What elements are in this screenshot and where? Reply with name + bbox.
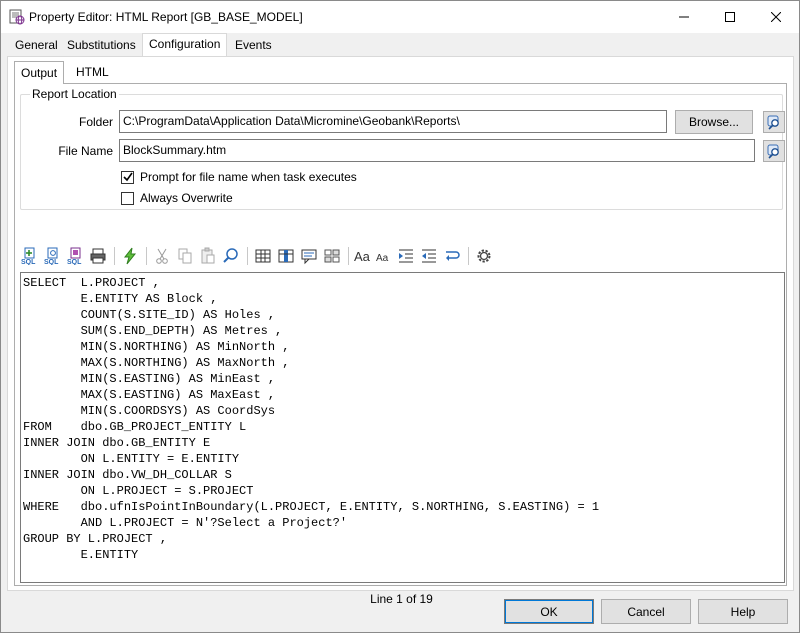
table-icon[interactable]: [252, 245, 274, 267]
help-button[interactable]: Help: [698, 599, 788, 624]
columns-icon[interactable]: [275, 245, 297, 267]
report-location-label: Report Location: [30, 87, 119, 101]
outdent-icon[interactable]: [418, 245, 440, 267]
browse-button[interactable]: Browse...: [675, 110, 753, 134]
sql-code[interactable]: SELECT L.PROJECT , E.ENTITY AS Block , C…: [21, 273, 784, 563]
grid-icon[interactable]: [321, 245, 343, 267]
sql-run-icon[interactable]: SQL: [64, 245, 86, 267]
folder-label: Folder: [78, 115, 113, 129]
window-title: Property Editor: HTML Report [GB_BASE_MO…: [29, 10, 303, 24]
overwrite-checkbox[interactable]: [121, 191, 134, 205]
overwrite-checkbox-label: Always Overwrite: [140, 191, 233, 205]
title-bar: Property Editor: HTML Report [GB_BASE_MO…: [1, 1, 799, 33]
lookup-icon: [767, 115, 779, 130]
prompt-checkbox[interactable]: [121, 170, 134, 184]
checkmark-icon: [122, 172, 133, 182]
toolbar-separator: [348, 247, 349, 265]
word-wrap-icon[interactable]: [441, 245, 463, 267]
font-case-small-icon[interactable]: Aa: [374, 245, 394, 267]
svg-text:Aa: Aa: [376, 253, 389, 264]
sql-add-icon[interactable]: SQL: [18, 245, 40, 267]
cancel-button[interactable]: Cancel: [601, 599, 691, 624]
maximize-button[interactable]: [707, 1, 753, 33]
configuration-page: Output HTML Report Location Folder C:\Pr…: [7, 56, 794, 606]
toolbar-separator: [468, 247, 469, 265]
report-location-group: Report Location Folder C:\ProgramData\Ap…: [20, 87, 785, 210]
property-editor-window: Property Editor: HTML Report [GB_BASE_MO…: [0, 0, 800, 633]
lookup-icon: [767, 144, 779, 159]
tab-output[interactable]: Output: [14, 61, 65, 84]
comment-icon[interactable]: [298, 245, 320, 267]
minimize-button[interactable]: [661, 1, 707, 33]
prompt-checkbox-row[interactable]: Prompt for file name when task executes: [121, 170, 357, 184]
folder-lookup-button[interactable]: [763, 111, 785, 133]
toolbar-separator: [114, 247, 115, 265]
property-editor-app-icon: [9, 9, 25, 25]
file-name-label: File Name: [58, 144, 113, 158]
lightning-icon[interactable]: [119, 245, 141, 267]
svg-text:SQL: SQL: [44, 259, 59, 265]
sql-check-icon[interactable]: SQL: [41, 245, 63, 267]
paste-icon[interactable]: [197, 245, 219, 267]
ok-button[interactable]: OK: [504, 599, 594, 624]
svg-text:Aa: Aa: [354, 249, 371, 264]
tab-html[interactable]: HTML: [70, 63, 115, 83]
tab-substitutions[interactable]: Substitutions: [61, 35, 142, 56]
prompt-checkbox-label: Prompt for file name when task executes: [140, 170, 357, 184]
overwrite-checkbox-row[interactable]: Always Overwrite: [121, 191, 233, 205]
file-name-input[interactable]: BlockSummary.htm: [119, 139, 755, 162]
font-case-large-icon[interactable]: Aa: [353, 245, 373, 267]
toolbar-separator: [247, 247, 248, 265]
copy-icon[interactable]: [174, 245, 196, 267]
print-icon[interactable]: [87, 245, 109, 267]
svg-text:SQL: SQL: [67, 259, 82, 265]
folder-input[interactable]: C:\ProgramData\Application Data\Micromin…: [119, 110, 667, 133]
sql-editor-toolbar: SQL SQL SQL Aa Aa: [18, 244, 496, 268]
output-page: Report Location Folder C:\ProgramData\Ap…: [14, 83, 787, 606]
toolbar-separator: [146, 247, 147, 265]
tab-configuration[interactable]: Configuration: [142, 33, 228, 57]
file-name-lookup-button[interactable]: [763, 140, 785, 162]
tab-events[interactable]: Events: [229, 35, 278, 56]
indent-icon[interactable]: [395, 245, 417, 267]
cut-icon[interactable]: [151, 245, 173, 267]
tab-general[interactable]: General: [9, 35, 64, 56]
settings-gear-icon[interactable]: [473, 245, 495, 267]
close-button[interactable]: [753, 1, 799, 33]
sql-editor[interactable]: SELECT L.PROJECT , E.ENTITY AS Block , C…: [20, 272, 785, 583]
find-icon[interactable]: [220, 245, 242, 267]
svg-text:SQL: SQL: [21, 259, 36, 265]
